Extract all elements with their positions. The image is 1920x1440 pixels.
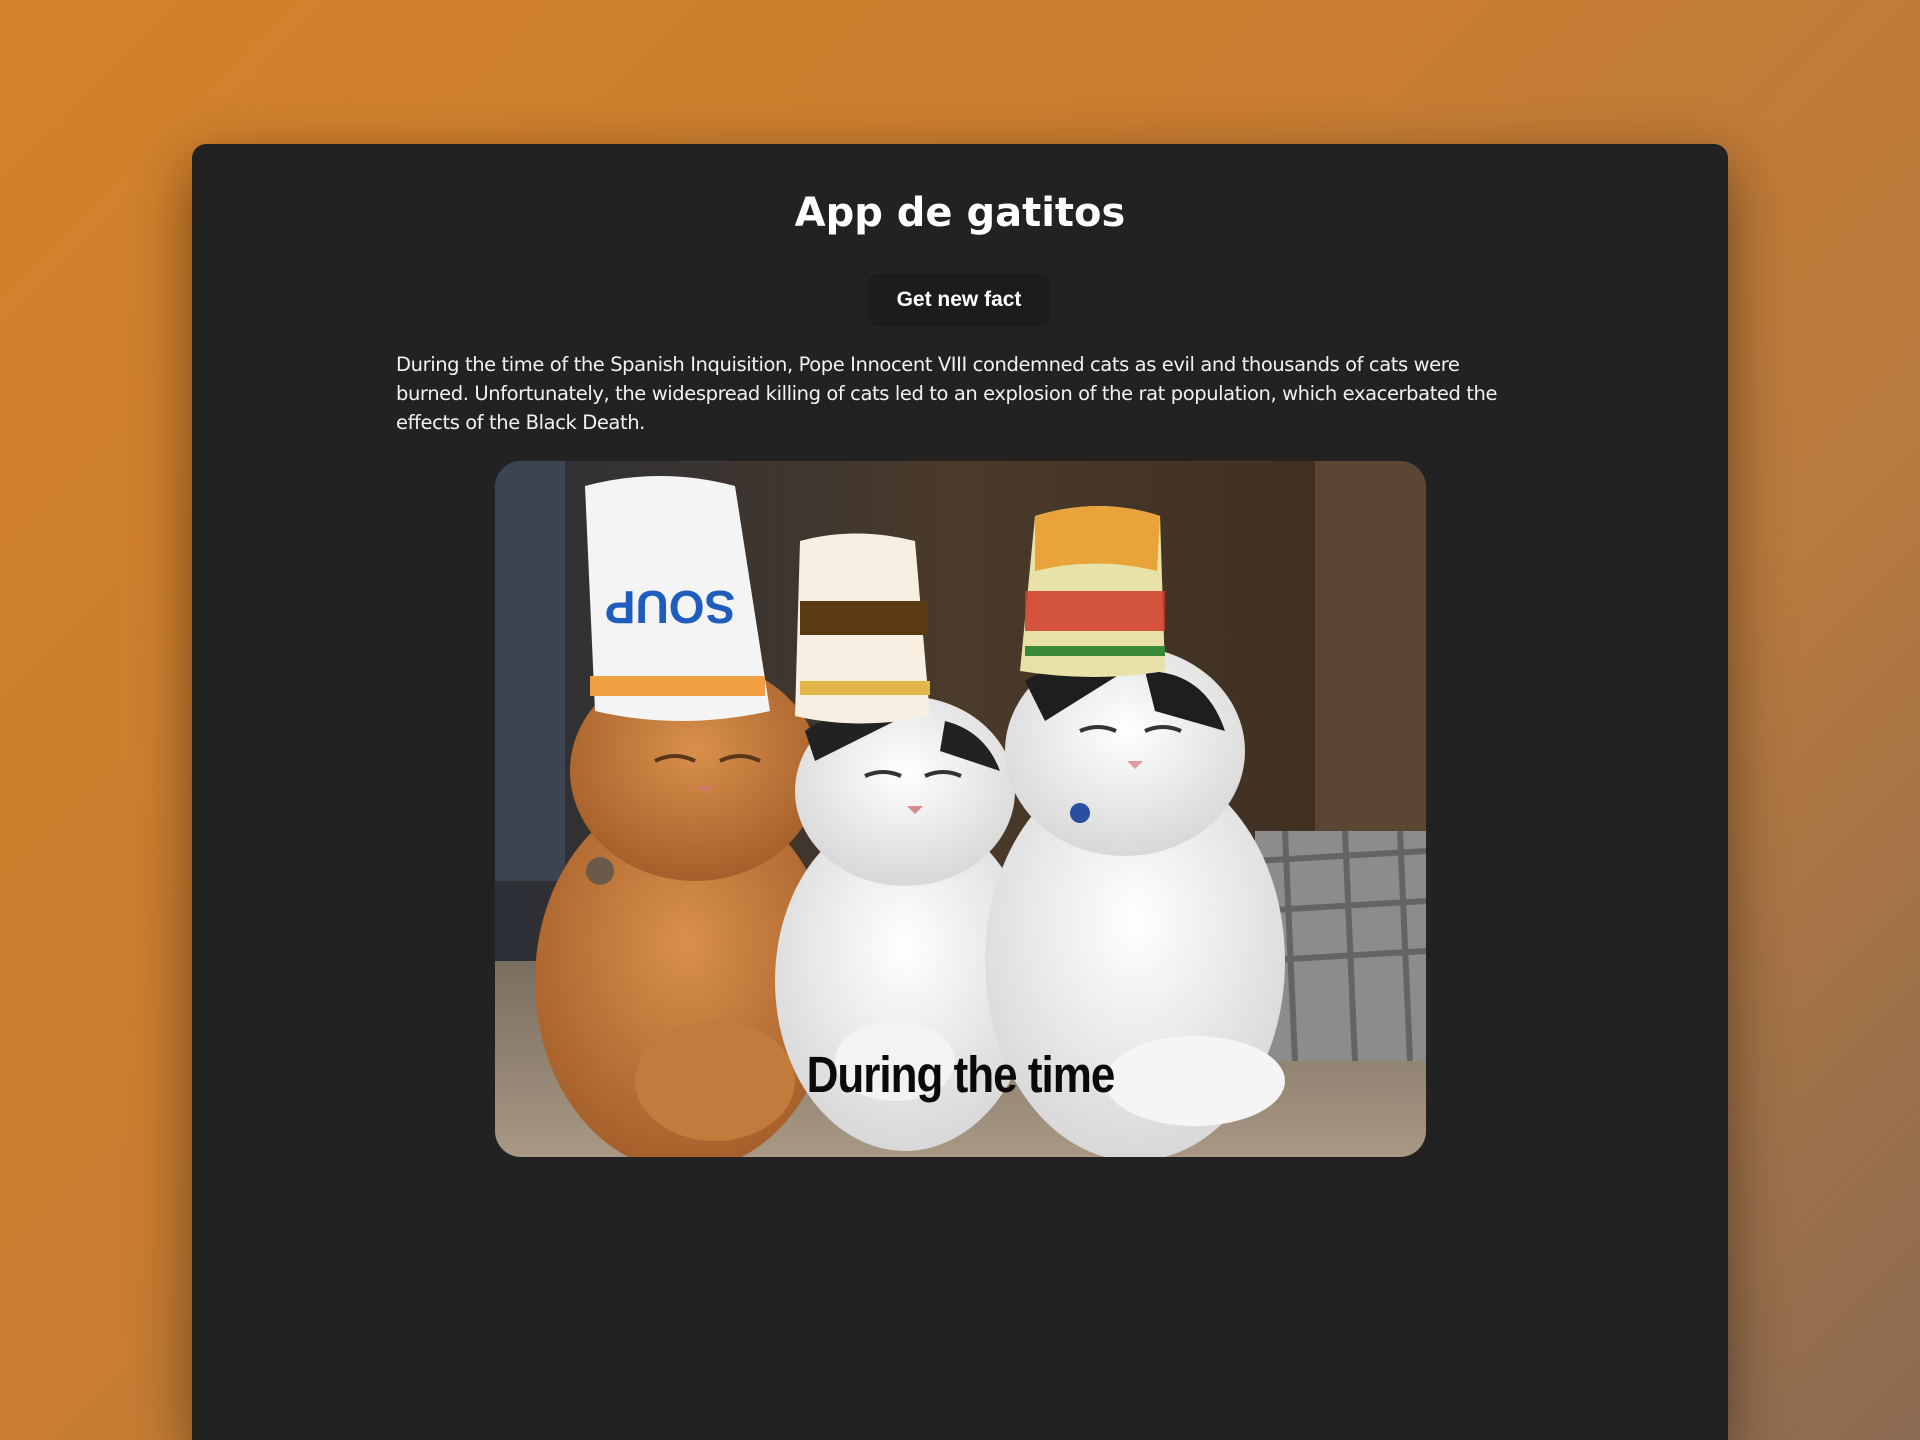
page-title: App de gatitos xyxy=(794,190,1126,236)
get-new-fact-button[interactable]: Get new fact xyxy=(868,274,1050,326)
app-window: App de gatitos Get new fact During the t… xyxy=(192,144,1728,1440)
svg-text:SOUP: SOUP xyxy=(605,581,735,633)
cat-image: SOUP During the time xyxy=(495,461,1426,1157)
cat-fact-text: During the time of the Spanish Inquisiti… xyxy=(396,353,1498,434)
image-caption: During the time xyxy=(806,1047,1116,1104)
